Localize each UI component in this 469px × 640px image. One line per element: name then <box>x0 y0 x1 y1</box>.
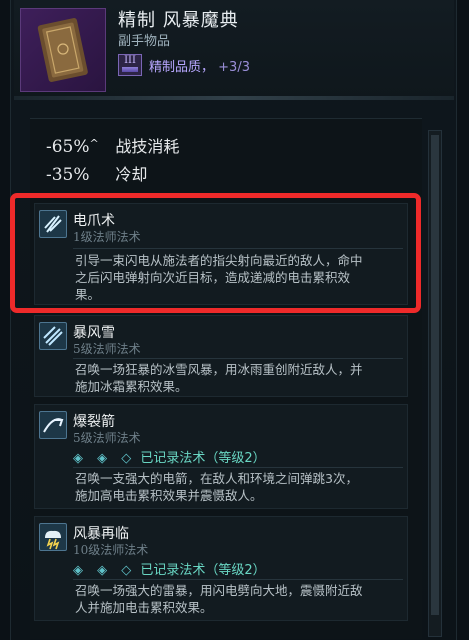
skill-divider <box>73 358 403 359</box>
skill-level: 5级法师法术 <box>73 431 141 445</box>
stat-value: -35% <box>46 165 90 185</box>
skill-level: 5级法师法术 <box>73 342 141 356</box>
desc-line: 召唤一支强大的电箭，在敌人和环境之间弹跳3次， <box>75 471 358 486</box>
skill-divider <box>73 579 403 580</box>
desc-line: 施加冰霜累积效果。 <box>75 379 188 394</box>
quality-line: 精制品质， +3/3 <box>149 56 250 75</box>
skill-card-burst-arrow[interactable]: 爆裂箭 5级法师法术 ◈ ◈ ◇ 已记录法术（等级2） 召唤一支强大的电箭，在敌… <box>34 404 408 509</box>
item-icon <box>20 8 106 92</box>
skill-name: 爆裂箭 <box>73 414 115 430</box>
tier-numeral: III <box>124 55 136 66</box>
skill-card-blizzard[interactable]: 暴风雪 5级法师法术 召唤一场狂暴的冰雪风暴，用冰雨重创附近敌人，并 施加冰霜累… <box>34 315 408 397</box>
quality-label: 精制品质， <box>149 60 215 75</box>
stat-row-skill-cost: -65%^ 战技消耗 <box>46 133 179 157</box>
stat-label: 战技消耗 <box>115 137 180 156</box>
header-divider <box>14 96 454 100</box>
stat-value: -65% <box>46 137 90 157</box>
skill-description: 召唤一场强大的雷暴，用闪电劈向大地，震慑附近敌 人并施加电击累积效果。 <box>75 582 401 616</box>
recorded-spell-line: ◈ ◈ ◇ 已记录法术（等级2） <box>73 447 266 466</box>
tier-bar <box>122 67 138 72</box>
recorded-spell-line: ◈ ◈ ◇ 已记录法术（等级2） <box>73 559 266 578</box>
burst-arrow-icon <box>39 411 67 439</box>
skill-name: 风暴再临 <box>73 526 129 542</box>
highlight-box <box>10 193 421 313</box>
skill-description: 召唤一场狂暴的冰雪风暴，用冰雨重创附近敌人，并 施加冰霜累积效果。 <box>75 361 401 395</box>
quality-value: +3/3 <box>218 60 250 75</box>
rank-diamond-icons: ◈ ◈ ◇ <box>73 451 137 466</box>
item-type: 副手物品 <box>118 34 171 49</box>
stat-suffix: ^ <box>89 137 99 150</box>
stat-label: 冷却 <box>115 165 148 184</box>
tome-icon <box>37 18 88 82</box>
item-title: 精制 风暴魔典 <box>118 10 239 31</box>
skill-name: 暴风雪 <box>73 325 115 341</box>
skill-card-storm-return[interactable]: 风暴再临 10级法师法术 ◈ ◈ ◇ 已记录法术（等级2） 召唤一场强大的雷暴，… <box>34 516 408 621</box>
blizzard-icon <box>39 322 67 350</box>
skill-description: 召唤一支强大的电箭，在敌人和环境之间弹跳3次， 施加高电击累积效果并震慑敌人。 <box>75 470 401 504</box>
tier-badge: III <box>118 54 142 76</box>
skill-level: 10级法师法术 <box>73 543 149 557</box>
storm-cloud-icon <box>39 523 67 551</box>
desc-line: 召唤一场强大的雷暴，用闪电劈向大地，震慑附近敌 <box>75 583 363 598</box>
stat-row-cooldown: -35% 冷却 <box>46 161 147 185</box>
desc-line: 人并施加电击累积效果。 <box>75 600 213 615</box>
recorded-spell-label: 已记录法术（等级2） <box>140 563 266 578</box>
desc-line: 召唤一场狂暴的冰雪风暴，用冰雨重创附近敌人，并 <box>75 362 363 377</box>
scrollbar-thumb[interactable] <box>431 135 439 615</box>
skill-divider <box>73 467 403 468</box>
desc-line: 施加高电击累积效果并震慑敌人。 <box>75 488 263 503</box>
rank-diamond-icons: ◈ ◈ ◇ <box>73 563 137 578</box>
recorded-spell-label: 已记录法术（等级2） <box>140 451 266 466</box>
scrollbar[interactable] <box>428 130 442 637</box>
